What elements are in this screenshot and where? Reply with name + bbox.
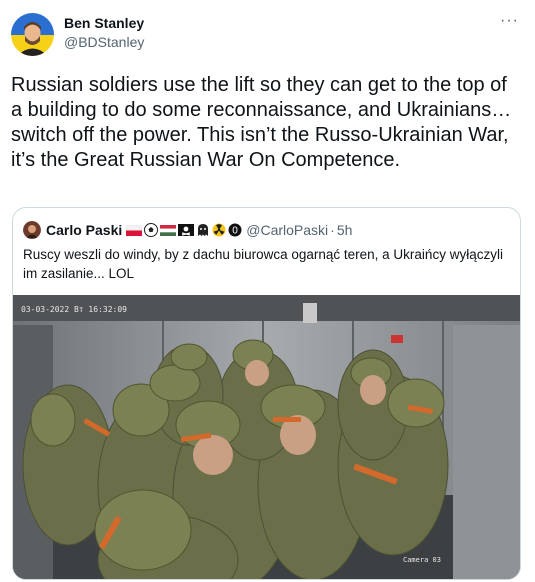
zero-icon: 0 — [228, 223, 242, 237]
quoted-time[interactable]: 5h — [337, 222, 353, 238]
ghost-icon — [196, 223, 210, 237]
tweet-text: Russian soldiers use the lift so they ca… — [11, 74, 515, 171]
quoted-avatar — [23, 221, 41, 239]
quoted-tweet[interactable]: Carlo Paski 0 @CarloPaski · 5h Ruscy wes… — [12, 207, 521, 580]
quoted-header: Carlo Paski 0 @CarloPaski · 5h — [23, 220, 352, 240]
separator-dot: · — [330, 222, 335, 238]
author-name[interactable]: Ben Stanley — [64, 14, 144, 32]
media-timestamp: 03-03-2022 Вт 16:32:09 — [21, 305, 127, 314]
radioactive-icon — [212, 223, 226, 237]
author-block: Ben Stanley @BDStanley — [64, 14, 144, 52]
media-camera-label: Camera 03 — [403, 556, 441, 564]
quoted-text: Ruscy weszli do windy, by z dachu biurow… — [23, 247, 503, 281]
pirate-flag-icon — [178, 224, 195, 236]
quoted-author-handle: @CarloPaski — [246, 222, 329, 238]
soccer-ball-icon — [144, 223, 159, 237]
more-options-icon[interactable]: ··· — [500, 12, 519, 30]
author-avatar[interactable] — [11, 13, 54, 56]
svg-text:0: 0 — [232, 226, 238, 237]
quoted-media-image[interactable]: 03-03-2022 Вт 16:32:09 Camera 03 — [13, 295, 520, 579]
quoted-author-name: Carlo Paski — [46, 222, 123, 238]
author-handle[interactable]: @BDStanley — [64, 32, 144, 52]
hungary-flag-icon — [160, 224, 177, 236]
poland-flag-icon — [126, 224, 143, 236]
